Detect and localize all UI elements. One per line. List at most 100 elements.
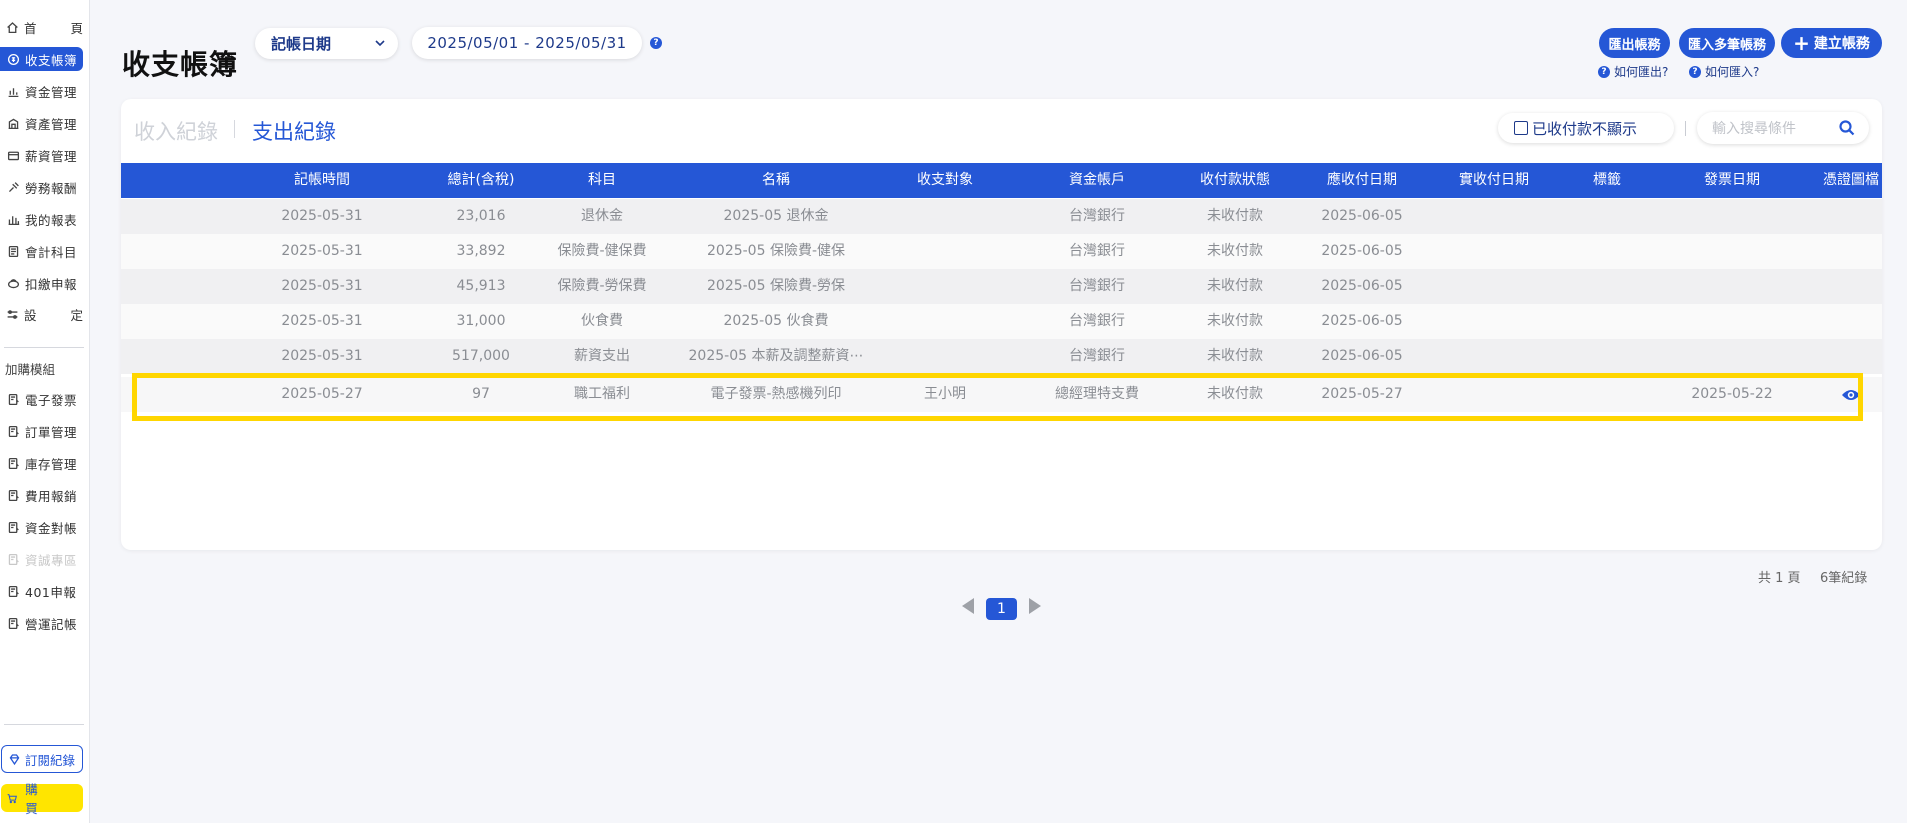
date-type-value: 記帳日期 <box>271 35 332 53</box>
module-icon <box>6 520 20 534</box>
page-number-current[interactable]: 1 <box>986 598 1017 620</box>
prev-page-icon[interactable] <box>962 598 974 614</box>
cell-status: 未收付款 <box>1207 243 1263 259</box>
cell-due: 2025-06-05 <box>1321 243 1403 259</box>
cell-date: 2025-05-27 <box>281 386 363 402</box>
table-row[interactable]: 2025-05-27 97 職工福利 電子發票-熱感機列印 王小明 總經理特支費 未收付款 2… <box>121 377 1882 412</box>
cell-name: 2025-05 本薪及調整薪資⋯ <box>688 348 864 364</box>
sidebar-item-ledger[interactable]: 收支帳簿 <box>0 47 83 71</box>
tab-income[interactable]: 收入紀錄 <box>134 116 218 146</box>
sidebar-item-label: 資金對帳 <box>25 520 78 536</box>
help-icon: ? <box>1689 65 1701 78</box>
sidebar-item-assets[interactable]: 資產管理 <box>0 111 84 135</box>
sidebar-item-label: 資金管理 <box>25 84 78 100</box>
table-row[interactable]: 2025-05-31 23,016 退休金 2025-05 退休金 台灣銀行 未收付款 20… <box>121 199 1882 234</box>
how-export-link[interactable]: ? 如何匯出? <box>1598 63 1668 80</box>
cell-date: 2025-05-31 <box>281 313 363 329</box>
sidebar-item-label: 我的報表 <box>25 212 78 228</box>
next-page-icon[interactable] <box>1029 598 1041 614</box>
sidebar-item-accounts[interactable]: 會計科目 <box>0 239 84 263</box>
cell-due: 2025-06-05 <box>1321 208 1403 224</box>
cell-account: 總經理特支費 <box>1055 386 1139 402</box>
report-icon <box>6 212 20 226</box>
cell-total: 23,016 <box>456 208 506 224</box>
tab-expense[interactable]: 支出紀錄 <box>252 116 336 146</box>
sidebar-item-withholding[interactable]: 扣繳申報 <box>0 271 84 295</box>
sidebar-item-inventory[interactable]: 庫存管理 <box>0 451 84 475</box>
table-row[interactable]: 2025-05-31 31,000 伙食費 2025-05 伙食費 台灣銀行 未收付款 20… <box>121 304 1882 339</box>
home-icon <box>6 20 19 34</box>
help-icon: ? <box>1598 65 1610 78</box>
cell-status: 未收付款 <box>1207 208 1263 224</box>
buy-label: 購買 <box>25 782 62 816</box>
column-header-invoice-date: 發票日期 <box>1704 172 1760 188</box>
column-header-status: 收付款狀態 <box>1200 172 1270 188</box>
cell-total: 45,913 <box>456 278 506 294</box>
buy-button[interactable]: 購買 <box>1 782 83 816</box>
table-row[interactable]: 2025-05-31 517,000 薪資支出 2025-05 本薪及調整薪資⋯ 台灣銀… <box>121 339 1882 374</box>
cell-account: 台灣銀行 <box>1069 313 1125 329</box>
column-header-date: 記帳時間 <box>294 172 350 188</box>
sidebar-item-settings[interactable]: 設 定 <box>0 302 84 326</box>
sidebar-item-funds[interactable]: 資金管理 <box>0 79 84 103</box>
search-icon[interactable] <box>1839 120 1855 136</box>
cell-total: 31,000 <box>456 313 506 329</box>
sidebar-item-pwc-zone: 資誠專區 <box>0 547 84 571</box>
cell-subject: 保險費-健保費 <box>557 243 647 259</box>
cell-subject: 保險費-勞保費 <box>557 278 647 294</box>
module-icon <box>6 616 20 630</box>
table-row[interactable]: 2025-05-31 33,892 保險費-健保費 2025-05 保險費-健保 台灣銀… <box>121 234 1882 269</box>
sidebar: 首 頁收支帳簿資金管理資產管理薪資管理勞務報酬我的報表會計科目扣繳申報設 定 加… <box>0 0 90 823</box>
cell-name: 2025-05 退休金 <box>723 208 829 224</box>
sidebar-item-label: 薪資管理 <box>25 148 78 164</box>
addon-section-title: 加購模組 <box>5 362 56 377</box>
sidebar-item-expense-claims[interactable]: 費用報銷 <box>0 483 84 507</box>
sidebar-item-401-filing[interactable]: 401申報 <box>0 579 84 603</box>
how-import-link[interactable]: ? 如何匯入? <box>1689 63 1759 80</box>
cell-status: 未收付款 <box>1207 348 1263 364</box>
sidebar-item-label: 會計科目 <box>25 244 78 260</box>
column-header-party: 收支對象 <box>917 172 973 188</box>
hide-paid-checkbox[interactable]: 已收付款不顯示 <box>1498 113 1674 143</box>
tax-icon <box>6 276 20 290</box>
sidebar-item-e-invoice[interactable]: 電子發票 <box>0 387 84 411</box>
subscription-record-button[interactable]: 訂閱紀錄 <box>1 745 83 773</box>
sidebar-item-orders[interactable]: 訂單管理 <box>0 419 84 443</box>
sidebar-item-label: 營運記帳 <box>25 616 78 632</box>
module-icon <box>6 456 20 470</box>
create-entry-button[interactable]: + 建立帳務 <box>1781 28 1882 58</box>
asset-icon <box>6 116 20 130</box>
date-range-picker[interactable]: 2025/05/01 - 2025/05/31 <box>412 27 642 59</box>
cell-subject: 薪資支出 <box>574 348 630 364</box>
cell-due: 2025-06-05 <box>1321 348 1403 364</box>
sidebar-item-salary[interactable]: 薪資管理 <box>0 143 84 167</box>
search-input[interactable]: 輸入搜尋條件 <box>1697 112 1869 144</box>
sidebar-item-labor[interactable]: 勞務報酬 <box>0 175 84 199</box>
table-row[interactable]: 2025-05-31 45,913 保險費-勞保費 2025-05 保險費-勞保 台灣銀… <box>121 269 1882 304</box>
help-icon[interactable]: ? <box>650 37 662 49</box>
cell-account: 台灣銀行 <box>1069 348 1125 364</box>
date-type-select[interactable]: 記帳日期 <box>255 28 398 59</box>
sidebar-item-label: 資產管理 <box>25 116 78 132</box>
cell-subject: 退休金 <box>581 208 623 224</box>
sidebar-item-operating-books[interactable]: 營運記帳 <box>0 611 84 635</box>
cell-name: 電子發票-熱感機列印 <box>710 386 842 402</box>
sidebar-item-reports[interactable]: 我的報表 <box>0 207 84 231</box>
sidebar-item-fund-reconcile[interactable]: 資金對帳 <box>0 515 84 539</box>
sidebar-item-home[interactable]: 首 頁 <box>0 15 84 39</box>
sidebar-divider <box>4 724 84 725</box>
settings-icon <box>6 307 19 321</box>
plus-icon: + <box>1793 31 1810 55</box>
export-button[interactable]: 匯出帳務 <box>1599 28 1670 58</box>
cell-status: 未收付款 <box>1207 313 1263 329</box>
sidebar-item-label: 勞務報酬 <box>25 180 78 196</box>
account-icon <box>6 244 20 258</box>
cell-name: 2025-05 伙食費 <box>723 313 829 329</box>
how-export-label: 如何匯出? <box>1614 65 1669 79</box>
import-multiple-button[interactable]: 匯入多筆帳務 <box>1679 28 1775 58</box>
table-header: 記帳時間 總計(含稅) 科目 名稱 收支對象 資金帳戶 收付款狀態 應收付日期 實收付日期 標籤 發… <box>121 163 1882 198</box>
column-header-account: 資金帳戶 <box>1069 172 1125 188</box>
view-image-eye-icon[interactable] <box>1841 387 1861 403</box>
search-divider <box>1685 121 1686 136</box>
cart-icon <box>7 793 17 803</box>
